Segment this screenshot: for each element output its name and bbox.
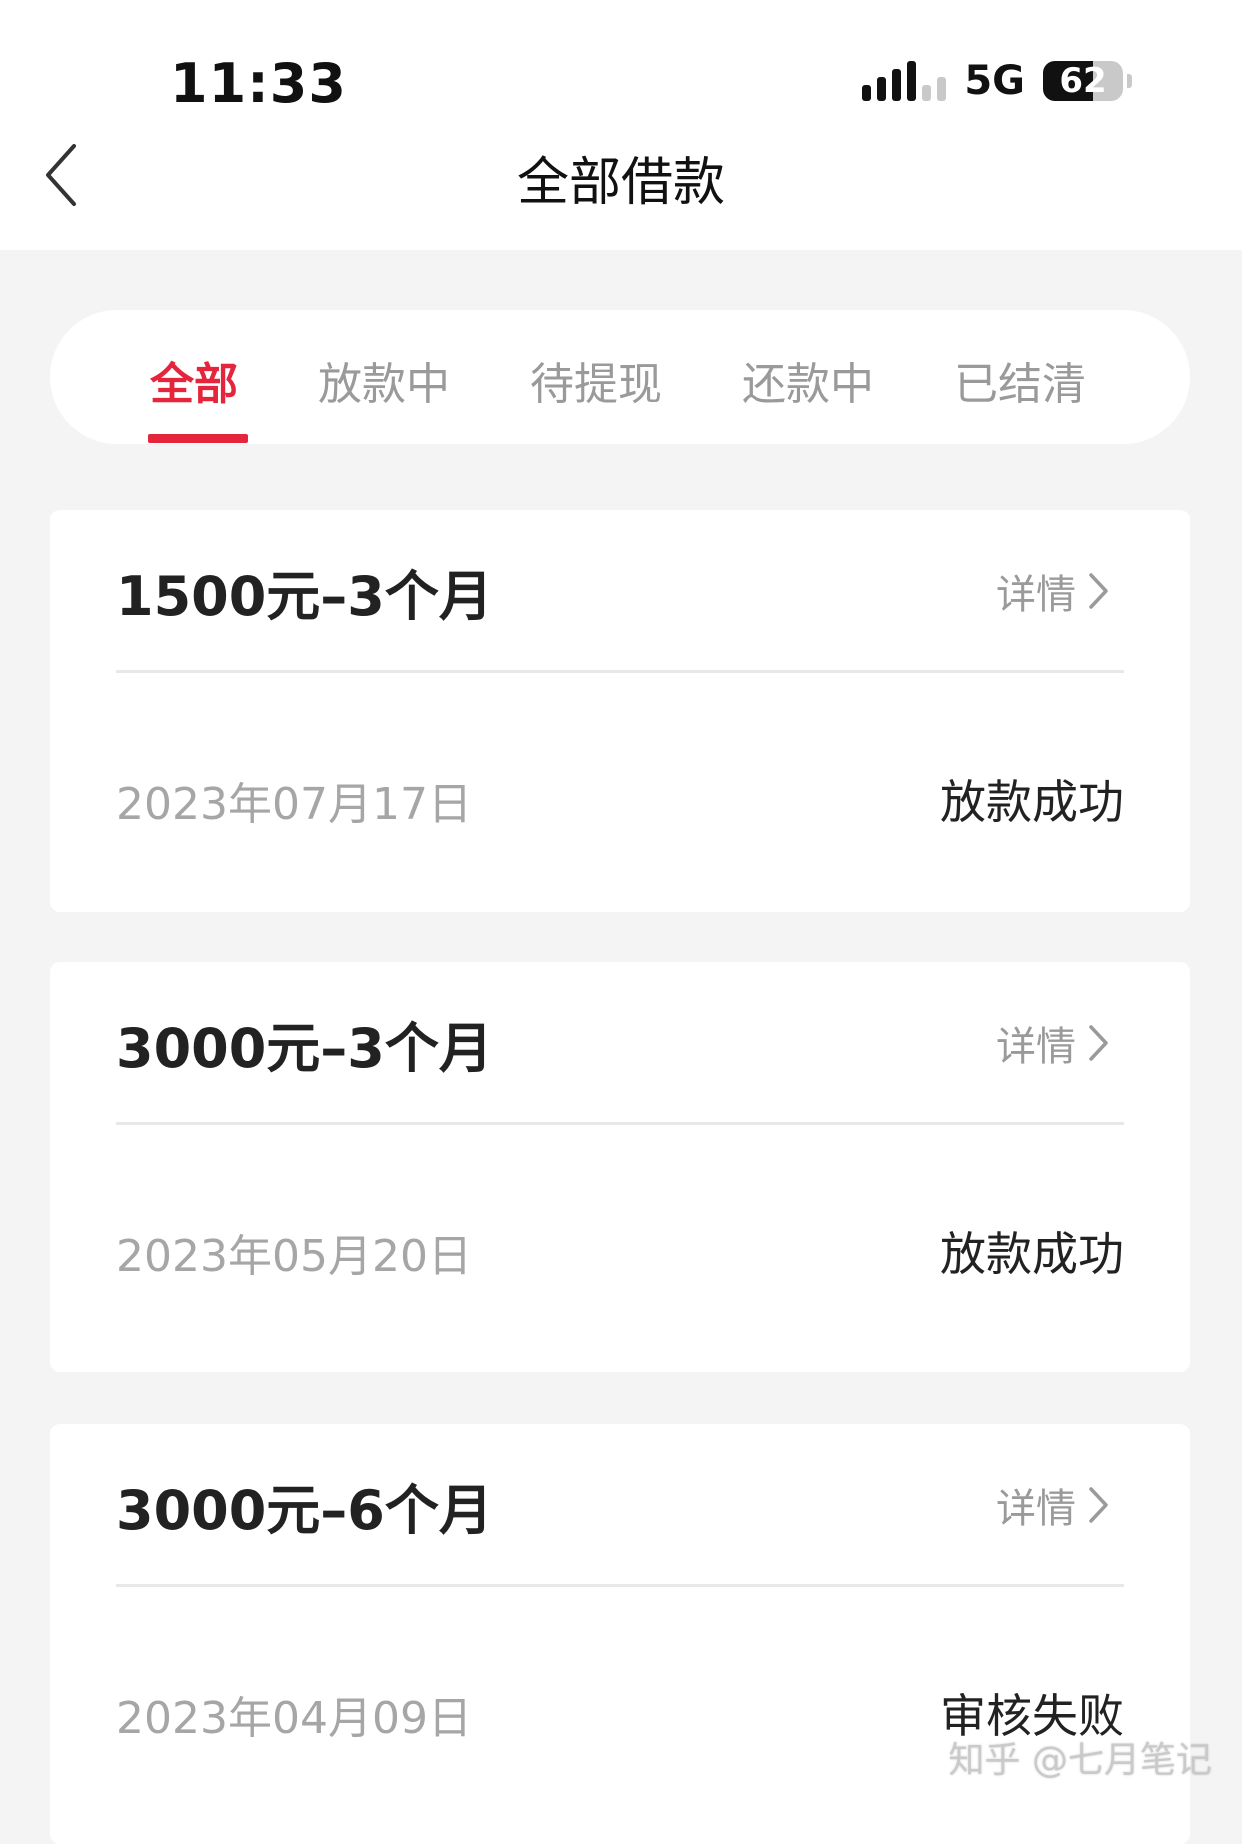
battery-cap bbox=[1127, 74, 1132, 88]
loan-title: 3000元–3个月 bbox=[116, 1017, 493, 1080]
detail-link[interactable]: 详情 bbox=[996, 1014, 1110, 1072]
tab-bar: 全部 放款中 待提现 还款中 已结清 bbox=[50, 310, 1190, 444]
tab-repaying[interactable]: 还款中 bbox=[742, 348, 874, 412]
detail-link[interactable]: 详情 bbox=[996, 1476, 1110, 1534]
loan-status: 放款成功 bbox=[940, 775, 1124, 829]
loan-date: 2023年04月09日 bbox=[116, 1693, 472, 1744]
detail-link[interactable]: 详情 bbox=[996, 562, 1110, 620]
watermark: 知乎 @七月笔记 bbox=[948, 1740, 1212, 1781]
status-time: 11:33 bbox=[170, 52, 347, 115]
top-bar: 11:33 5G 62 全部借款 bbox=[0, 0, 1242, 250]
page-title: 全部借款 bbox=[516, 153, 725, 213]
divider bbox=[116, 1584, 1124, 1587]
chevron-right-icon bbox=[1089, 573, 1108, 609]
divider bbox=[116, 670, 1124, 673]
signal-icon bbox=[862, 61, 947, 101]
loan-title: 3000元–6个月 bbox=[116, 1479, 493, 1542]
active-tab-indicator bbox=[148, 434, 248, 443]
detail-label: 详情 bbox=[996, 1024, 1076, 1070]
tab-pending-withdrawal[interactable]: 待提现 bbox=[530, 348, 662, 412]
loan-status: 放款成功 bbox=[940, 1227, 1124, 1281]
loan-card[interactable]: 1500元–3个月 详情 2023年07月17日 放款成功 bbox=[50, 510, 1190, 912]
tab-settled[interactable]: 已结清 bbox=[954, 348, 1086, 412]
tab-all[interactable]: 全部 bbox=[150, 348, 238, 412]
divider bbox=[116, 1122, 1124, 1125]
battery-level: 62 bbox=[1059, 61, 1107, 101]
loan-card[interactable]: 3000元–3个月 详情 2023年05月20日 放款成功 bbox=[50, 962, 1190, 1372]
loan-date: 2023年07月17日 bbox=[116, 779, 472, 830]
detail-label: 详情 bbox=[996, 1486, 1076, 1532]
status-indicators: 5G 62 bbox=[862, 58, 1132, 104]
loan-title: 1500元–3个月 bbox=[116, 565, 493, 628]
loan-date: 2023年05月20日 bbox=[116, 1231, 472, 1282]
tab-disbursing[interactable]: 放款中 bbox=[318, 348, 450, 412]
battery-icon: 62 bbox=[1043, 61, 1123, 101]
chevron-right-icon bbox=[1089, 1025, 1108, 1061]
chevron-right-icon bbox=[1089, 1487, 1108, 1523]
network-type: 5G bbox=[964, 58, 1025, 104]
detail-label: 详情 bbox=[996, 572, 1076, 618]
